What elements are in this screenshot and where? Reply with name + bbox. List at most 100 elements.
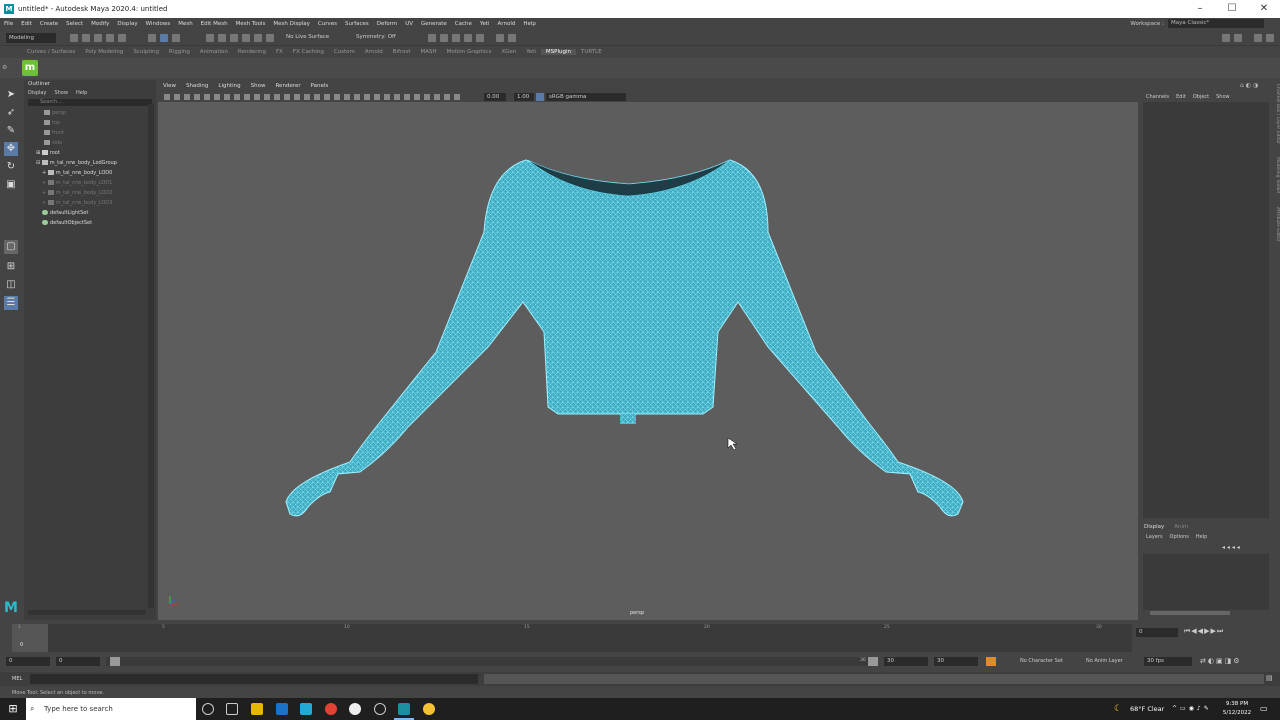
layer-tab-anim[interactable]: Anim [1174, 524, 1188, 530]
workspace-dropdown[interactable]: Maya Classic* [1168, 19, 1264, 28]
channel-menu-edit[interactable]: Edit [1176, 94, 1186, 100]
outliner-item-lodgroup[interactable]: ⊟ m_tal_nrw_body_LodGroup [24, 158, 156, 168]
menu-select[interactable]: Select [62, 21, 87, 27]
cortana-icon[interactable] [202, 703, 214, 715]
close-button[interactable]: ✕ [1248, 0, 1280, 18]
ipr-render-icon[interactable] [440, 34, 448, 42]
shelf-tab[interactable]: Poly Modeling [80, 49, 128, 55]
outliner-layout-icon[interactable]: ☰ [4, 296, 18, 310]
shelf-options-icon[interactable]: ⚙ [2, 58, 10, 78]
weather-text[interactable]: 68°F Clear [1130, 705, 1164, 713]
msplugin-icon[interactable]: m [22, 60, 38, 76]
shelf-tab[interactable]: Rigging [164, 49, 195, 55]
color-space-dropdown[interactable]: sRGB gamma [546, 93, 626, 101]
single-view-icon[interactable]: ▢ [4, 240, 18, 254]
character-set-dropdown[interactable]: No Character Set [1020, 658, 1063, 664]
layer-list[interactable] [1143, 554, 1269, 610]
shirt-mesh[interactable] [285, 159, 964, 517]
clock-date[interactable]: 5/12/2022 [1220, 710, 1254, 716]
pause-icon[interactable] [508, 34, 516, 42]
menu-create[interactable]: Create [36, 21, 62, 27]
script-editor-icon[interactable]: ▤ [1266, 674, 1276, 684]
layer-buttons-icon[interactable]: ◂ ◂ ◂ ◂ [1222, 544, 1240, 551]
outliner-item-defaultlightset[interactable]: defaultLightSet [24, 208, 156, 218]
save-scene-icon[interactable] [94, 34, 102, 42]
maximize-button[interactable]: ☐ [1216, 0, 1248, 18]
mel-input[interactable] [30, 674, 478, 684]
task-view-icon[interactable] [226, 703, 238, 715]
shelf-tab[interactable]: Sculpting [128, 49, 164, 55]
range-start-handle[interactable] [110, 657, 120, 666]
mode-dropdown[interactable]: Modeling [6, 33, 56, 43]
outliner-item-lod0[interactable]: + m_tal_nrw_body_LOD0 [24, 168, 156, 178]
shelf-tab[interactable]: XGen [496, 49, 521, 55]
outliner-menu-show[interactable]: Show [54, 88, 68, 98]
shelf-tab[interactable]: Arnold [360, 49, 388, 55]
file-explorer-icon[interactable] [251, 703, 263, 715]
playback-options-icons[interactable]: ⇄◐▣◨⚙ [1200, 657, 1241, 665]
layer-hscrollbar[interactable] [1150, 611, 1230, 615]
menu-windows[interactable]: Windows [142, 21, 175, 27]
shelf-tab[interactable]: MASH [415, 49, 441, 55]
panel-toggle-icons[interactable]: ⌂ ◐ ◑ [1240, 82, 1258, 89]
menu-display[interactable]: Display [113, 21, 141, 27]
viewport-menu-renderer[interactable]: Renderer [270, 83, 305, 89]
four-view-icon[interactable]: ⊞ [4, 260, 18, 274]
menu-arnold[interactable]: Arnold [494, 21, 520, 27]
playback-end-field[interactable]: 30 [884, 657, 928, 666]
menu-surfaces[interactable]: Surfaces [341, 21, 373, 27]
channel-menu-channels[interactable]: Channels [1146, 94, 1169, 100]
channel-list[interactable] [1143, 102, 1269, 518]
side-tab-attribute-editor[interactable]: Attribute Editor [1275, 207, 1280, 242]
range-end-handle[interactable] [868, 657, 878, 666]
app-icon-yellow[interactable] [423, 703, 435, 715]
range-slider-bar[interactable] [106, 657, 878, 666]
mel-label[interactable]: MEL [12, 676, 22, 682]
redo-icon[interactable] [118, 34, 126, 42]
render-view-icon[interactable] [476, 34, 484, 42]
taskbar-search-input[interactable]: Type here to search [26, 698, 196, 720]
outliner-item-front[interactable]: front [24, 128, 156, 138]
undo-icon[interactable] [106, 34, 114, 42]
snap-live-icon[interactable] [254, 34, 262, 42]
exposure-field[interactable]: 0.00 [484, 93, 506, 101]
live-surface-field[interactable]: No Live Surface [286, 34, 329, 40]
menu-curves[interactable]: Curves [314, 21, 341, 27]
app-icon-blue[interactable] [276, 703, 288, 715]
menu-help[interactable]: Help [519, 21, 540, 27]
channel-menu-show[interactable]: Show [1216, 94, 1230, 100]
shelf-tab[interactable]: TURTLE [576, 49, 607, 55]
hypershade-icon[interactable] [464, 34, 472, 42]
viewport-menu-show[interactable]: Show [246, 83, 271, 89]
outliner-item-lod3[interactable]: + m_tal_nrw_body_LOD3 [24, 198, 156, 208]
render-settings-icon[interactable] [452, 34, 460, 42]
side-tab-channel-box[interactable]: Channel Box / Layer Editor [1275, 84, 1280, 144]
open-scene-icon[interactable] [82, 34, 90, 42]
outliner-item-lod1[interactable]: + m_tal_nrw_body_LOD1 [24, 178, 156, 188]
app-icon-cyan[interactable] [300, 703, 312, 715]
select-component-icon[interactable] [172, 34, 180, 42]
viewport-icon-strip[interactable] [164, 94, 464, 100]
menu-mesh[interactable]: Mesh [174, 21, 196, 27]
menu-generate[interactable]: Generate [417, 21, 451, 27]
menu-edit[interactable]: Edit [17, 21, 36, 27]
toggle-modeling-toolkit-icon[interactable] [1266, 34, 1274, 42]
auto-key-icon[interactable] [986, 657, 996, 666]
unreal-engine-icon[interactable] [349, 703, 361, 715]
current-frame-field[interactable]: 0 [1136, 628, 1178, 637]
outliner-item-defaultobjectset[interactable]: defaultObjectSet [24, 218, 156, 228]
shelf-tab[interactable]: Rendering [233, 49, 271, 55]
channel-menu-object[interactable]: Object [1193, 94, 1209, 100]
symmetry-field[interactable]: Symmetry: Off [356, 34, 396, 40]
menu-deform[interactable]: Deform [373, 21, 401, 27]
outliner-item-lod2[interactable]: + m_tal_nrw_body_LOD2 [24, 188, 156, 198]
select-hierarchy-icon[interactable] [148, 34, 156, 42]
viewport-menu-view[interactable]: View [158, 83, 181, 89]
chrome-icon[interactable] [325, 703, 337, 715]
outliner-menu-display[interactable]: Display [28, 88, 46, 98]
playback-start-field[interactable]: 0 [56, 657, 100, 666]
shelf-tab[interactable]: Bifrost [388, 49, 416, 55]
snap-grid-icon[interactable] [206, 34, 214, 42]
outliner-item-top[interactable]: top [24, 118, 156, 128]
playback-controls[interactable]: ⏮◀◀▶▶⏭ [1184, 627, 1224, 636]
